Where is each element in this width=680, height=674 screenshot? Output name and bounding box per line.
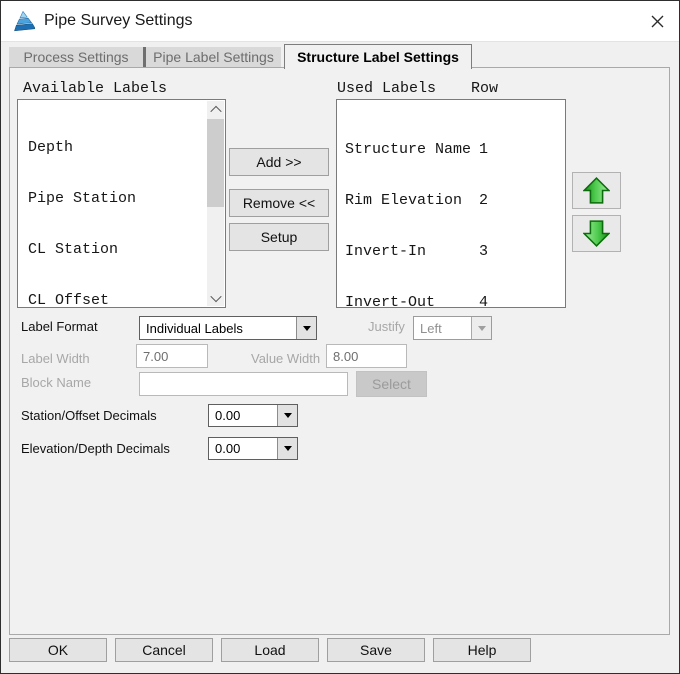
pipe-survey-settings-dialog: Pipe Survey Settings Process Settings Pi… (0, 0, 680, 674)
move-up-button[interactable] (572, 172, 621, 209)
block-name-field (139, 372, 348, 396)
used-label: Rim Elevation (345, 192, 463, 209)
green-up-arrow-icon (583, 177, 610, 204)
list-item[interactable]: Depth (28, 139, 205, 156)
justify-label: Justify (368, 319, 405, 334)
station-offset-decimals-label: Station/Offset Decimals (21, 408, 157, 423)
used-row-number: 3 (479, 243, 489, 260)
scroll-down-button[interactable] (207, 289, 224, 306)
elevation-depth-decimals-combobox[interactable]: 0.00 (208, 437, 298, 460)
dropdown-arrow-icon (283, 413, 292, 418)
used-row-number: 4 (479, 294, 489, 308)
list-item[interactable]: CL Offset (28, 292, 205, 307)
list-item[interactable]: Invert-Out 4 (345, 294, 559, 308)
justify-value: Left (420, 320, 442, 336)
close-button[interactable] (641, 7, 673, 35)
setup-button[interactable]: Setup (229, 223, 329, 251)
used-label: Structure Name (345, 141, 472, 158)
list-item[interactable]: Rim Elevation 2 (345, 192, 559, 209)
tab-pipe-label-settings[interactable]: Pipe Label Settings (146, 47, 281, 67)
block-name-label: Block Name (21, 375, 92, 390)
tab-structure-label-settings[interactable]: Structure Label Settings (284, 44, 472, 69)
used-labels-heading: Used Labels (337, 80, 437, 97)
dropdown-button[interactable] (277, 438, 297, 459)
chevron-up-icon (209, 105, 222, 117)
dropdown-arrow-icon (477, 325, 486, 331)
used-labels-row-heading: Row (471, 80, 499, 97)
station-offset-decimals-value: 0.00 (215, 408, 241, 423)
dropdown-arrow-icon (302, 325, 311, 331)
available-labels-items: Depth Pipe Station CL Station CL Offset … (28, 105, 205, 307)
dropdown-arrow-icon (283, 446, 292, 451)
dropdown-button[interactable] (277, 405, 297, 426)
list-item[interactable]: Pipe Station (28, 190, 205, 207)
close-icon (651, 15, 663, 27)
station-offset-decimals-combobox[interactable]: 0.00 (208, 404, 298, 427)
green-down-arrow-icon (583, 220, 610, 247)
select-button: Select (356, 371, 427, 397)
label-width-label: Label Width (21, 351, 90, 366)
justify-combobox: Left (413, 316, 492, 340)
list-item[interactable]: CL Station (28, 241, 205, 258)
remove-button[interactable]: Remove << (229, 189, 329, 217)
save-button[interactable]: Save (327, 638, 425, 662)
tab-process-settings[interactable]: Process Settings (9, 47, 143, 67)
label-format-value: Individual Labels (146, 320, 243, 336)
chevron-down-icon (209, 290, 222, 302)
dropdown-button[interactable] (296, 317, 316, 339)
label-format-label: Label Format (21, 319, 98, 334)
available-labels-heading: Available Labels (23, 80, 168, 97)
list-item[interactable]: Structure Name 1 (345, 141, 559, 158)
value-width-field: 8.00 (326, 344, 407, 368)
label-format-combobox[interactable]: Individual Labels (139, 316, 317, 340)
used-row-number: 2 (479, 192, 489, 209)
load-button[interactable]: Load (221, 638, 319, 662)
used-label: Invert-Out (345, 294, 436, 308)
list-item[interactable]: Invert-In 3 (345, 243, 559, 260)
value-width-label: Value Width (251, 351, 321, 366)
move-down-button[interactable] (572, 215, 621, 252)
available-scrollbar[interactable] (207, 101, 224, 306)
used-row-number: 1 (479, 141, 489, 158)
ok-button[interactable]: OK (9, 638, 107, 662)
elevation-depth-decimals-label: Elevation/Depth Decimals (21, 441, 170, 456)
cancel-button[interactable]: Cancel (115, 638, 213, 662)
elevation-depth-decimals-value: 0.00 (215, 441, 241, 456)
scrollbar-thumb[interactable] (207, 119, 224, 207)
add-button[interactable]: Add >> (229, 148, 329, 176)
dropdown-button (471, 317, 491, 339)
available-labels-listbox[interactable]: Depth Pipe Station CL Station CL Offset … (17, 99, 226, 308)
label-width-field: 7.00 (136, 344, 208, 368)
scroll-up-button[interactable] (207, 101, 224, 118)
titlebar: Pipe Survey Settings (1, 1, 679, 42)
app-logo-icon (14, 10, 35, 32)
help-button[interactable]: Help (433, 638, 531, 662)
window-title: Pipe Survey Settings (44, 12, 193, 29)
used-labels-listbox[interactable]: Structure Name 1 Rim Elevation 2 Invert-In… (336, 99, 566, 308)
used-label: Invert-In (345, 243, 427, 260)
used-labels-items: Structure Name 1 Rim Elevation 2 Invert-In… (345, 107, 559, 308)
